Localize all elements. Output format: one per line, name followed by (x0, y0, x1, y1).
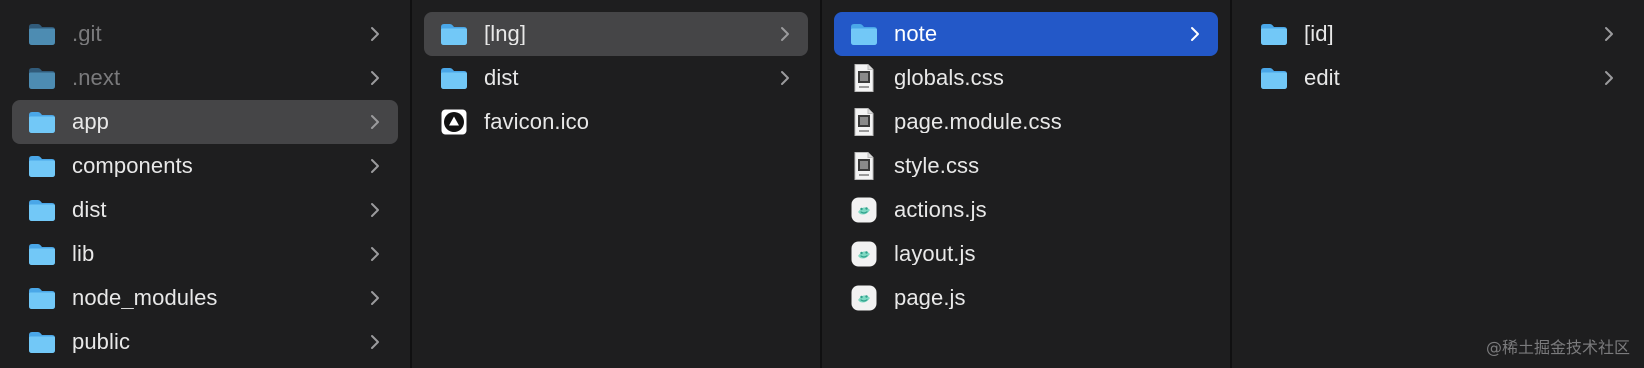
chevron-right-icon (776, 25, 794, 43)
css-file-icon (848, 62, 880, 94)
file-row-node-modules[interactable]: node_modules (12, 276, 398, 320)
file-row-note[interactable]: note (834, 12, 1218, 56)
file-row-next[interactable]: .next (12, 56, 398, 100)
chevron-right-icon (366, 69, 384, 87)
file-row-app[interactable]: app (12, 100, 398, 144)
file-row-actions-js[interactable]: actions.js (834, 188, 1218, 232)
favicon-file-icon (438, 106, 470, 138)
file-row-layout-js[interactable]: layout.js (834, 232, 1218, 276)
chevron-right-icon (366, 201, 384, 219)
chevron-right-icon (366, 113, 384, 131)
css-file-icon (848, 150, 880, 182)
chevron-right-icon (1186, 25, 1204, 43)
folder-icon (26, 282, 58, 314)
file-row-favicon-ico[interactable]: favicon.ico (424, 100, 808, 144)
file-row-dist[interactable]: dist (424, 56, 808, 100)
file-row-label: page.module.css (894, 111, 1062, 133)
file-row-label: layout.js (894, 243, 976, 265)
css-file-icon (848, 106, 880, 138)
folder-icon (26, 194, 58, 226)
js-file-icon (848, 194, 880, 226)
file-row-label: favicon.ico (484, 111, 590, 133)
folder-icon (26, 238, 58, 270)
column-2[interactable]: [lng] dist favicon.ico (412, 0, 822, 368)
file-row-dist[interactable]: dist (12, 188, 398, 232)
chevron-right-icon (366, 333, 384, 351)
chevron-right-icon (1600, 25, 1618, 43)
chevron-right-icon (366, 157, 384, 175)
folder-icon (848, 18, 880, 50)
file-row-public[interactable]: public (12, 320, 398, 364)
file-row-label: app (72, 111, 110, 133)
folder-icon (1258, 62, 1290, 94)
file-row-label: actions.js (894, 199, 987, 221)
file-row-label: style.css (894, 155, 980, 177)
file-row-label: components (72, 155, 193, 177)
folder-icon (438, 18, 470, 50)
file-row-page-module-css[interactable]: page.module.css (834, 100, 1218, 144)
folder-icon (26, 150, 58, 182)
folder-icon (26, 106, 58, 138)
js-file-icon (848, 238, 880, 270)
file-row-globals-css[interactable]: globals.css (834, 56, 1218, 100)
file-row-lng[interactable]: [lng] (424, 12, 808, 56)
chevron-right-icon (366, 289, 384, 307)
file-row-label: [id] (1304, 23, 1334, 45)
folder-icon (26, 326, 58, 358)
file-row-label: lib (72, 243, 95, 265)
chevron-right-icon (776, 69, 794, 87)
js-file-icon (848, 282, 880, 314)
file-row-style-css[interactable]: style.css (834, 144, 1218, 188)
file-row-label: node_modules (72, 287, 218, 309)
file-row-label: dist (484, 67, 519, 89)
file-row-label: .next (72, 67, 121, 89)
column-4[interactable]: [id] edit (1232, 0, 1644, 368)
file-row-label: note (894, 23, 938, 45)
file-row-label: .git (72, 23, 102, 45)
chevron-right-icon (366, 25, 384, 43)
file-row-components[interactable]: components (12, 144, 398, 188)
file-row-label: edit (1304, 67, 1340, 89)
folder-icon (26, 62, 58, 94)
file-row-label: public (72, 331, 131, 353)
chevron-right-icon (1600, 69, 1618, 87)
column-1[interactable]: .git .next app components dist lib node_… (0, 0, 412, 368)
file-row-label: globals.css (894, 67, 1004, 89)
file-row-label: page.js (894, 287, 966, 309)
folder-icon (438, 62, 470, 94)
file-row-edit[interactable]: edit (1244, 56, 1632, 100)
column-3[interactable]: note globals.css page.module.css style.c… (822, 0, 1232, 368)
file-row-page-js[interactable]: page.js (834, 276, 1218, 320)
file-row-lib[interactable]: lib (12, 232, 398, 276)
folder-icon (1258, 18, 1290, 50)
finder-column-view: .git .next app components dist lib node_… (0, 0, 1644, 368)
file-row-git[interactable]: .git (12, 12, 398, 56)
chevron-right-icon (366, 245, 384, 263)
folder-icon (26, 18, 58, 50)
file-row-label: [lng] (484, 23, 527, 45)
file-row-label: dist (72, 199, 107, 221)
file-row-id[interactable]: [id] (1244, 12, 1632, 56)
